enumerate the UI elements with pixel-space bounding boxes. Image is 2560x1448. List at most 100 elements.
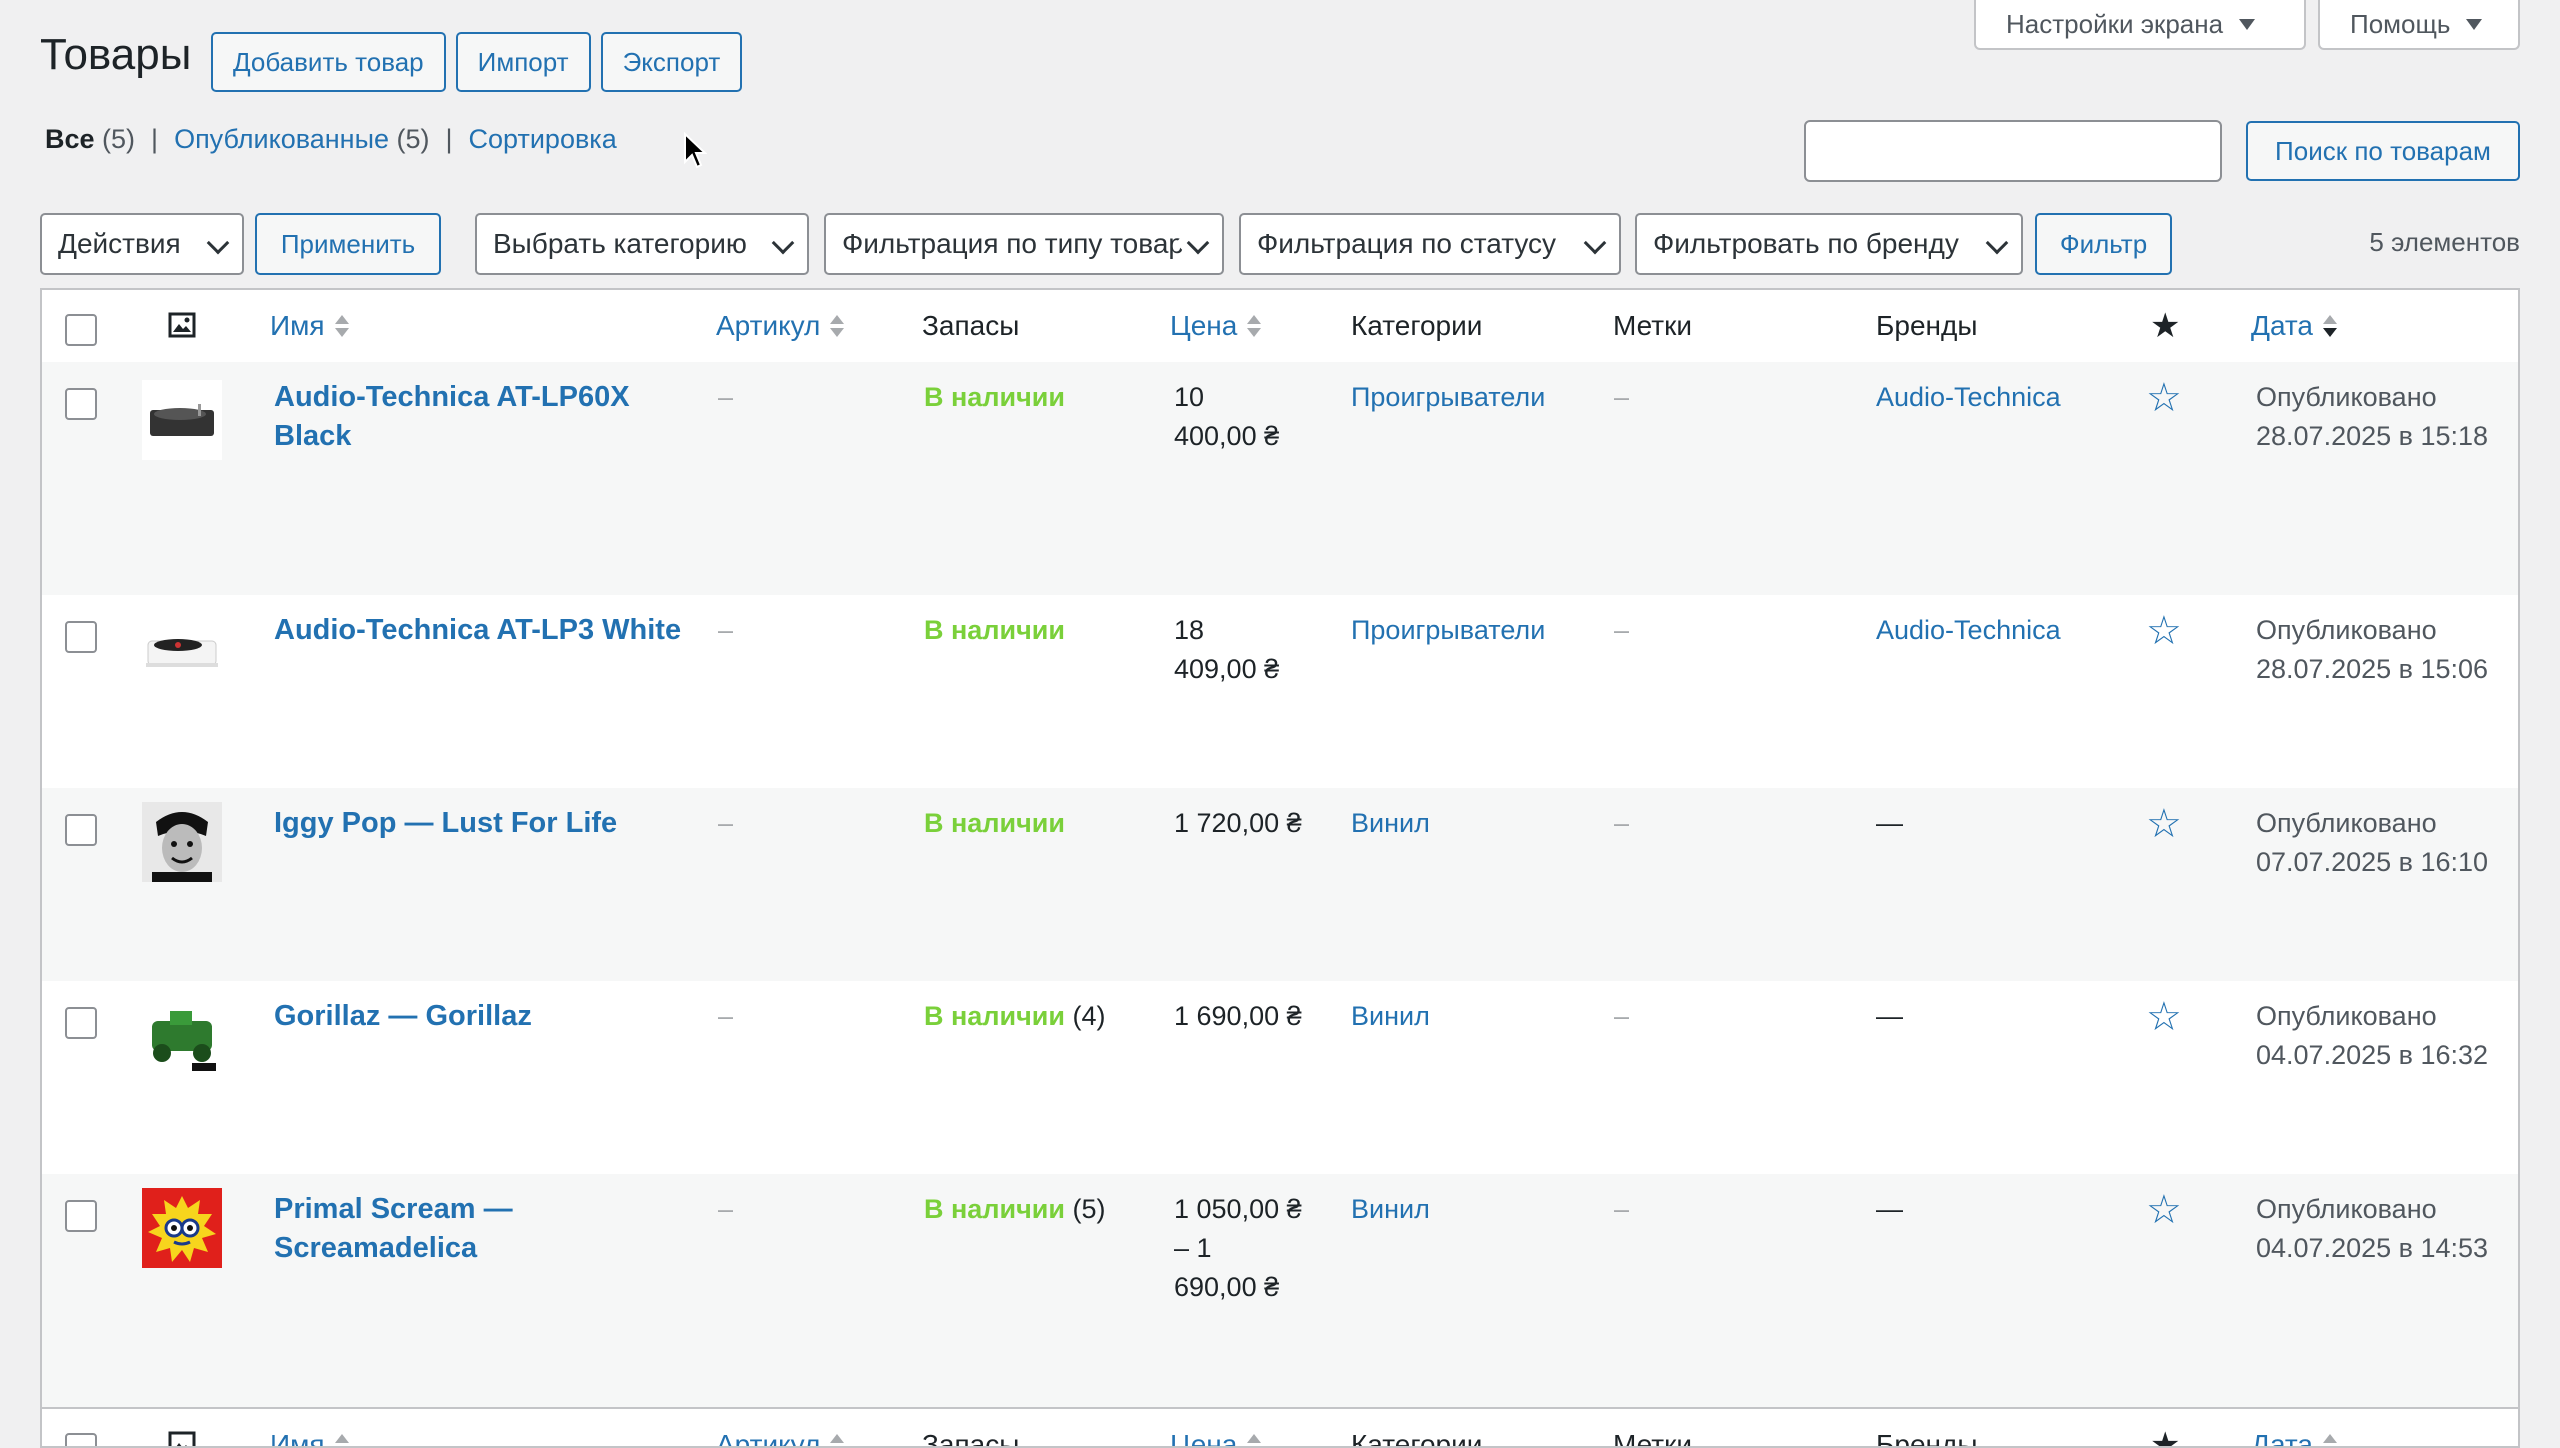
category-link[interactable]: Винил [1351, 1190, 1430, 1229]
product-type-select[interactable]: Фильтрация по типу товара [824, 213, 1224, 275]
column-name[interactable]: Имя [270, 310, 349, 342]
product-name-link[interactable]: Gorillaz — Gorillaz [274, 997, 532, 1036]
column-price[interactable]: Цена [1170, 310, 1262, 342]
category-link[interactable]: Винил [1351, 804, 1430, 843]
apply-button[interactable]: Применить [255, 213, 441, 275]
brand-link[interactable]: Audio-Technica [1876, 611, 2061, 650]
column-name-label: Имя [270, 310, 325, 341]
row-checkbox[interactable] [65, 814, 97, 846]
product-name-link[interactable]: Iggy Pop — Lust For Life [274, 804, 617, 843]
brand-link[interactable]: Audio-Technica [1876, 378, 2061, 417]
select-all-checkbox[interactable] [65, 1433, 97, 1446]
column-date[interactable]: Дата [2251, 310, 2338, 342]
product-thumbnail[interactable] [142, 380, 222, 460]
featured-star-icon[interactable]: ☆ [2146, 611, 2182, 651]
stock-status: В наличии [924, 378, 1065, 417]
column-stock: Запасы [922, 1429, 1020, 1448]
column-price[interactable]: Цена [1170, 1429, 1262, 1448]
price-line: 1 720,00 ₴ [1174, 808, 1302, 838]
sort-arrows-icon [2323, 315, 2338, 337]
featured-star-icon[interactable]: ☆ [2146, 378, 2182, 418]
product-name-line: Primal Scream — [274, 1193, 513, 1225]
date-value: Опубликовано 04.07.2025 в 16:32 [2256, 997, 2488, 1075]
view-all[interactable]: Все (5) [45, 124, 135, 155]
stock-status: В наличии [924, 804, 1065, 843]
mouse-cursor-icon [684, 132, 707, 169]
export-button[interactable]: Экспорт [600, 32, 743, 92]
product-name-line: Audio-Technica AT-LP60X [274, 381, 630, 413]
import-button[interactable]: Импорт [455, 32, 591, 92]
category-link[interactable]: Проигрыватели [1351, 378, 1545, 417]
product-name-link[interactable]: Primal Scream — Screamadelica [274, 1190, 513, 1268]
featured-star-icon: ★ [2150, 307, 2181, 345]
featured-star-icon[interactable]: ☆ [2146, 804, 2182, 844]
column-sku-label: Артикул [716, 1429, 821, 1448]
column-date[interactable]: Дата [2251, 1429, 2338, 1448]
column-price-label: Цена [1170, 1429, 1238, 1448]
column-brands: Бренды [1876, 310, 1978, 341]
column-sku[interactable]: Артикул [716, 310, 845, 342]
column-name-label: Имя [270, 1429, 325, 1448]
price-line: – 1 [1174, 1233, 1212, 1263]
stock-status: В наличии (5) [924, 1190, 1105, 1229]
table-header: Имя Артикул Запасы Цена Категории Метки … [42, 290, 2518, 364]
column-date-label: Дата [2251, 1429, 2314, 1448]
featured-star-icon[interactable]: ☆ [2146, 997, 2182, 1037]
row-checkbox[interactable] [65, 621, 97, 653]
price-line: 690,00 ₴ [1174, 1272, 1280, 1302]
sort-arrows-icon [830, 1434, 845, 1446]
screen-options-label: Настройки экрана [2006, 8, 2224, 39]
featured-star-icon[interactable]: ☆ [2146, 1190, 2182, 1230]
chevron-down-icon [1583, 231, 1607, 255]
sort-arrows-icon [1247, 315, 1262, 337]
category-link[interactable]: Проигрыватели [1351, 611, 1545, 650]
product-name-link[interactable]: Audio-Technica AT-LP3 White [274, 611, 681, 650]
chevron-down-icon [771, 231, 795, 255]
view-published[interactable]: Опубликованные (5) [174, 124, 429, 155]
column-tags: Метки [1613, 310, 1692, 341]
stock-status-select[interactable]: Фильтрация по статусу [1239, 213, 1621, 275]
view-sorting-link[interactable]: Сортировка [469, 124, 617, 155]
product-thumbnail[interactable] [142, 1188, 222, 1268]
select-all-checkbox[interactable] [65, 314, 97, 346]
price-value: 18 409,00 ₴ [1174, 611, 1279, 689]
product-thumbnail[interactable] [142, 613, 222, 693]
product-type-select-value: Фильтрация по типу товара [842, 228, 1200, 259]
product-thumbnail[interactable] [142, 995, 222, 1075]
stock-status-label: В наличии [924, 1194, 1065, 1224]
search-input[interactable] [1804, 120, 2222, 182]
help-button[interactable]: Помощь [2318, 0, 2520, 50]
row-checkbox[interactable] [65, 388, 97, 420]
row-checkbox[interactable] [65, 1200, 97, 1232]
date-status: Опубликовано [2256, 1194, 2437, 1224]
bulk-actions-value: Действия [58, 228, 181, 259]
column-sku[interactable]: Артикул [716, 1429, 845, 1448]
sort-arrows-icon [2323, 1434, 2338, 1446]
screen-options-button[interactable]: Настройки экрана [1974, 0, 2306, 50]
product-thumbnail[interactable] [142, 802, 222, 882]
table-row: Primal Scream — Screamadelica – В наличи… [42, 1174, 2518, 1407]
price-line: 10 [1174, 382, 1205, 412]
row-checkbox[interactable] [65, 1007, 97, 1039]
brand-select[interactable]: Фильтровать по бренду [1635, 213, 2023, 275]
image-column-icon [168, 312, 196, 338]
product-name-link[interactable]: Audio-Technica AT-LP60X Black [274, 378, 630, 456]
brand-select-value: Фильтровать по бренду [1653, 228, 1959, 259]
column-name[interactable]: Имя [270, 1429, 349, 1448]
view-published-count: (5) [396, 124, 430, 154]
caret-down-icon [2466, 18, 2483, 30]
search-products-button[interactable]: Поиск по товарам [2246, 121, 2520, 181]
tags-value: – [1614, 615, 1630, 645]
tags-value: – [1614, 808, 1630, 838]
chevron-down-icon [206, 231, 230, 255]
sort-arrows-icon [334, 315, 349, 337]
date-value: Опубликовано 04.07.2025 в 14:53 [2256, 1190, 2488, 1268]
category-link[interactable]: Винил [1351, 997, 1430, 1036]
filter-button[interactable]: Фильтр [2035, 213, 2172, 275]
bulk-actions-select[interactable]: Действия [40, 213, 244, 275]
product-name-line: Black [274, 420, 352, 452]
add-product-button[interactable]: Добавить товар [211, 32, 446, 92]
tags-value: – [1614, 1194, 1630, 1224]
stock-count: (5) [1072, 1194, 1106, 1224]
category-select[interactable]: Выбрать категорию [475, 213, 809, 275]
